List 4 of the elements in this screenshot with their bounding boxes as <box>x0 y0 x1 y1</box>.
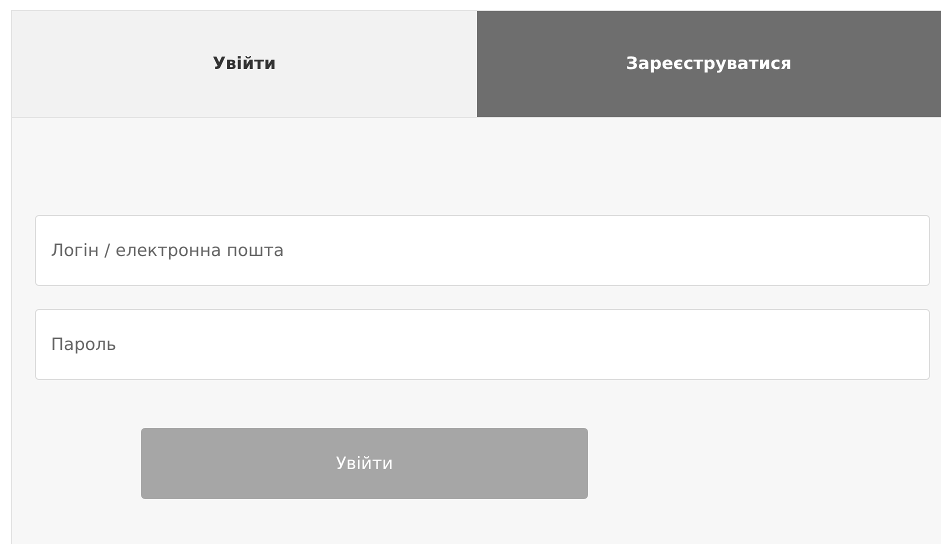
login-field[interactable]: Логін / електронна пошта <box>35 215 930 286</box>
tab[interactable]: Увійти <box>12 11 476 117</box>
tab[interactable]: Зареєструватися <box>476 11 941 117</box>
password-field[interactable]: Пароль <box>35 309 930 380</box>
